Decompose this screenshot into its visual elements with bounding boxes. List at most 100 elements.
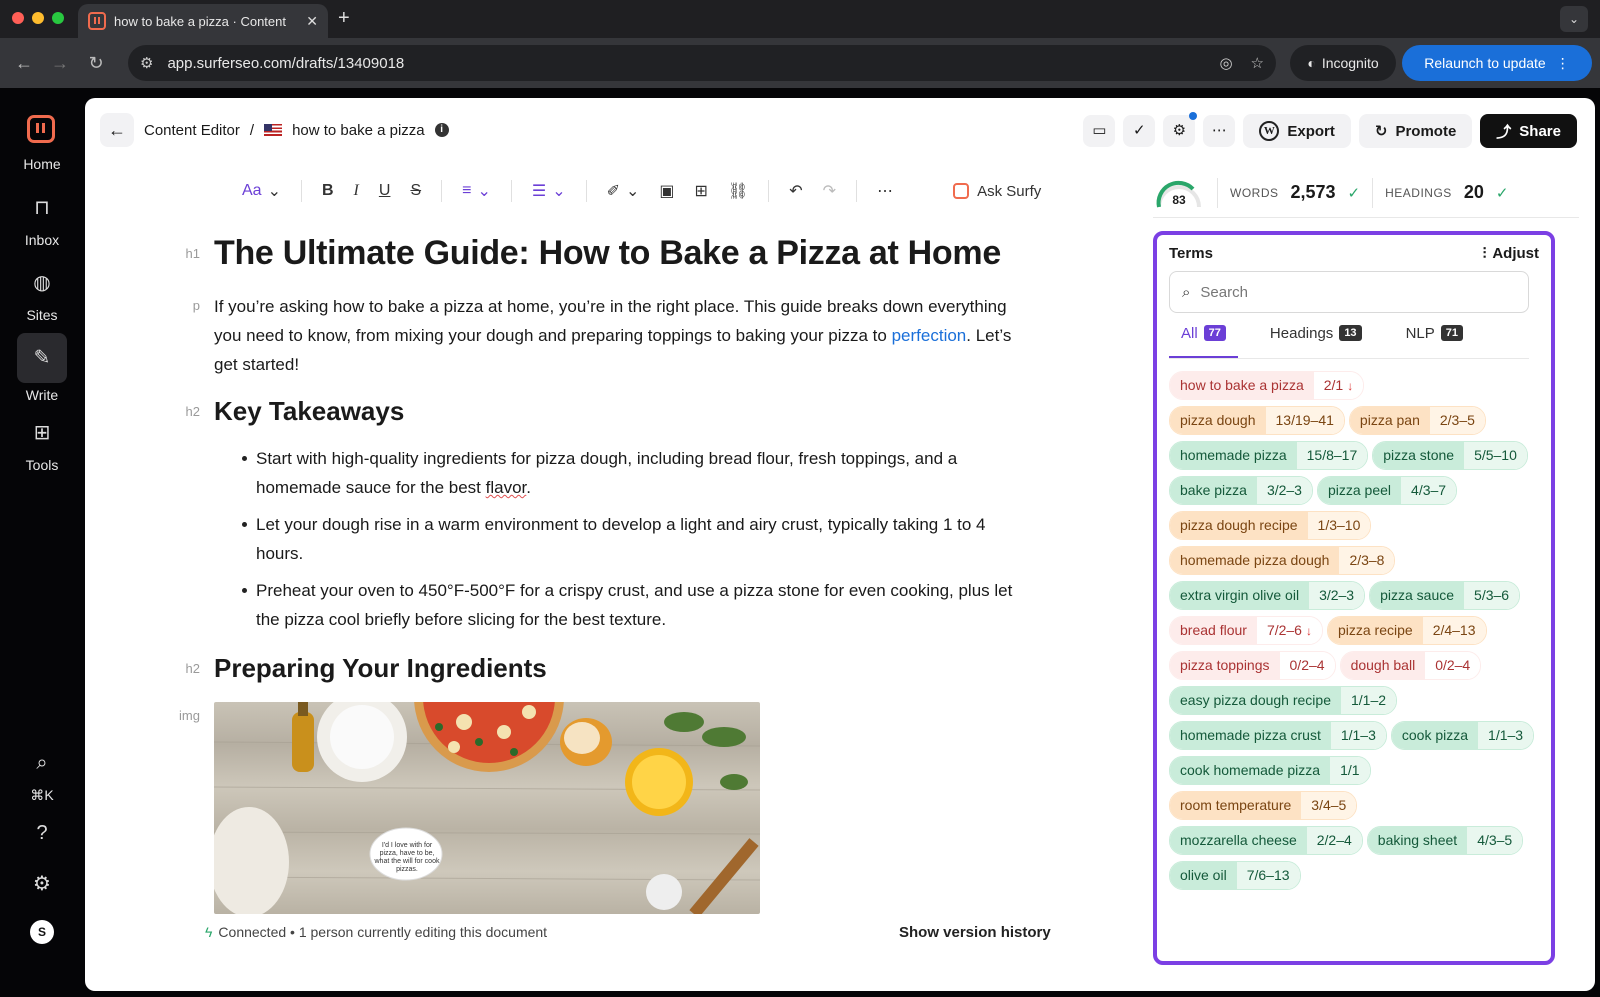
intro-paragraph[interactable]: If you’re asking how to bake a pizza at …: [214, 292, 1034, 379]
bookmark-star-icon[interactable]: ☆: [1251, 54, 1264, 72]
sidebar-item-inbox[interactable]: ⊓ Inbox: [0, 188, 84, 248]
term-chip[interactable]: how to bake a pizza 2/1 ↓: [1169, 371, 1365, 400]
heading-preparing-ingredients[interactable]: Preparing Your Ingredients: [214, 653, 547, 684]
text-style-dropdown[interactable]: Aa ⌄: [242, 181, 281, 201]
ask-surfy-button[interactable]: Ask Surfy: [953, 183, 1041, 200]
term-chip[interactable]: pizza toppings 0/2–4: [1169, 651, 1336, 680]
term-chip[interactable]: homemade pizza dough 2/3–8: [1169, 546, 1396, 575]
eye-off-icon[interactable]: ◎: [1219, 54, 1232, 72]
relaunch-button[interactable]: Relaunch to update ⋮: [1402, 45, 1592, 81]
back-arrow-icon[interactable]: ←: [6, 53, 42, 74]
link-icon[interactable]: ⛓: [728, 181, 748, 201]
sidebar-item-tools[interactable]: ⊞ Tools: [0, 413, 84, 473]
promote-button[interactable]: ↻ Promote: [1358, 114, 1473, 148]
search-shortcut[interactable]: ⌕ ⌘K: [0, 743, 84, 804]
new-tab-icon[interactable]: +: [338, 7, 350, 30]
align-dropdown[interactable]: ≡ ⌄: [462, 181, 491, 201]
settings-button[interactable]: ⚙: [0, 864, 84, 908]
breadcrumb: ← Content Editor / how to bake a pizza i: [100, 113, 449, 147]
settings-gear-button[interactable]: ⚙: [1163, 112, 1198, 147]
check-button[interactable]: ✓: [1123, 115, 1156, 147]
back-button[interactable]: ←: [100, 113, 134, 147]
sidebar-item-write[interactable]: ✎ Write: [0, 333, 84, 403]
term-chip[interactable]: pizza recipe 2/4–13: [1326, 616, 1487, 645]
pizza-image[interactable]: I'd I love with for pizza, have to be, w…: [214, 702, 760, 914]
term-count: 7/2–6 ↓: [1256, 617, 1322, 644]
term-chip[interactable]: homemade pizza crust 1/1–3: [1169, 721, 1387, 750]
takeaways-list[interactable]: Start with high-quality ingredients for …: [214, 444, 1034, 642]
list-dropdown[interactable]: ☰ ⌄: [532, 181, 566, 201]
spelling-flag[interactable]: flavor: [486, 478, 527, 497]
incognito-indicator[interactable]: ◐ Incognito: [1290, 45, 1396, 81]
table-icon[interactable]: ⊞: [695, 181, 708, 201]
help-button[interactable]: ?: [0, 813, 84, 857]
term-count: 1/3–10: [1307, 512, 1371, 539]
more-button[interactable]: ⋯: [1203, 115, 1236, 147]
term-chip[interactable]: dough ball 0/2–4: [1339, 651, 1482, 680]
underline-icon[interactable]: U: [379, 182, 391, 200]
tab-all[interactable]: All 77: [1169, 325, 1238, 358]
minimize-window-button[interactable]: [32, 12, 44, 24]
term-count: 0/2–4: [1425, 652, 1481, 679]
italic-icon[interactable]: I: [354, 182, 359, 200]
version-history-button[interactable]: Show version history: [899, 924, 1051, 941]
term-chip[interactable]: cook pizza 1/1–3: [1390, 721, 1535, 750]
avatar[interactable]: S: [0, 920, 84, 944]
term-chip[interactable]: cook homemade pizza 1/1: [1169, 756, 1371, 785]
tab-nlp[interactable]: NLP 71: [1394, 325, 1475, 358]
term-chip[interactable]: pizza peel 4/3–7: [1316, 476, 1458, 505]
maximize-window-button[interactable]: [52, 12, 64, 24]
undo-icon[interactable]: ↶: [789, 181, 802, 201]
strikethrough-icon[interactable]: S: [410, 182, 421, 200]
term-chip[interactable]: pizza dough 13/19–41: [1169, 406, 1345, 435]
term-chip[interactable]: olive oil 7/6–13: [1169, 861, 1301, 890]
heading-key-takeaways[interactable]: Key Takeaways: [214, 396, 404, 427]
term-chip[interactable]: pizza pan 2/3–5: [1348, 406, 1486, 435]
heading-h1[interactable]: The Ultimate Guide: How to Bake a Pizza …: [214, 234, 1001, 273]
close-tab-icon[interactable]: ✕: [306, 13, 318, 30]
check-circle-icon: ✓: [1133, 122, 1146, 139]
term-chip[interactable]: pizza dough recipe 1/3–10: [1169, 511, 1372, 540]
export-button[interactable]: W Export: [1243, 114, 1351, 148]
tab-label: Headings: [1269, 325, 1334, 342]
window-controls[interactable]: [12, 12, 64, 24]
term-chip[interactable]: bake pizza 3/2–3: [1169, 476, 1313, 505]
address-bar[interactable]: ⚙ app.surferseo.com/drafts/13409018 ◎ ☆: [128, 45, 1276, 81]
term-chip[interactable]: baking sheet 4/3–5: [1366, 826, 1524, 855]
share-button[interactable]: ⤴ Share: [1480, 114, 1577, 148]
site-settings-icon[interactable]: ⚙: [140, 54, 153, 72]
term-chip[interactable]: mozzarella cheese 2/2–4: [1169, 826, 1363, 855]
term-chip[interactable]: pizza stone 5/5–10: [1372, 441, 1528, 470]
adjust-button[interactable]: ⫶ Adjust: [1483, 245, 1539, 262]
list-item[interactable]: Let your dough rise in a warm environmen…: [214, 510, 1034, 568]
breadcrumb-section[interactable]: Content Editor: [144, 122, 240, 139]
surfer-logo-icon[interactable]: [27, 115, 55, 143]
reload-icon[interactable]: ↻: [78, 53, 114, 74]
content-score-gauge[interactable]: 83: [1153, 173, 1205, 213]
close-window-button[interactable]: [12, 12, 24, 24]
more-horizontal-icon[interactable]: ⋯: [877, 181, 893, 201]
sidebar-item-sites[interactable]: ◍ Sites: [0, 263, 84, 323]
term-chip[interactable]: pizza sauce 5/3–6: [1369, 581, 1521, 610]
terms-search-input[interactable]: ⌕ Search: [1169, 271, 1529, 313]
term-chip[interactable]: room temperature 3/4–5: [1169, 791, 1358, 820]
image-icon[interactable]: ▣: [659, 181, 674, 201]
sidebar-item-home[interactable]: Home: [0, 156, 84, 172]
term-chip[interactable]: extra virgin olive oil 3/2–3: [1169, 581, 1366, 610]
tab-search-chevron-icon[interactable]: ⌄: [1560, 6, 1588, 32]
list-item[interactable]: Start with high-quality ingredients for …: [214, 444, 1034, 502]
list-item[interactable]: Preheat your oven to 450°F-500°F for a c…: [214, 576, 1034, 634]
perfection-link[interactable]: perfection: [892, 326, 967, 345]
tab-headings[interactable]: Headings 13: [1258, 325, 1374, 358]
browser-tab-bar: how to bake a pizza · Content ✕ + ⌄: [0, 0, 1600, 38]
redo-icon[interactable]: ↷: [823, 181, 836, 201]
comment-button[interactable]: ▭: [1083, 115, 1116, 147]
term-chip[interactable]: easy pizza dough recipe 1/1–2: [1169, 686, 1398, 715]
term-chip[interactable]: homemade pizza 15/8–17: [1169, 441, 1369, 470]
highlight-dropdown[interactable]: ✐ ⌄: [607, 181, 640, 201]
info-icon[interactable]: i: [434, 123, 449, 137]
forward-arrow-icon[interactable]: →: [42, 53, 78, 74]
term-chip[interactable]: bread flour 7/2–6 ↓: [1169, 616, 1323, 645]
browser-tab[interactable]: how to bake a pizza · Content ✕: [78, 4, 328, 38]
bold-icon[interactable]: B: [322, 182, 334, 200]
